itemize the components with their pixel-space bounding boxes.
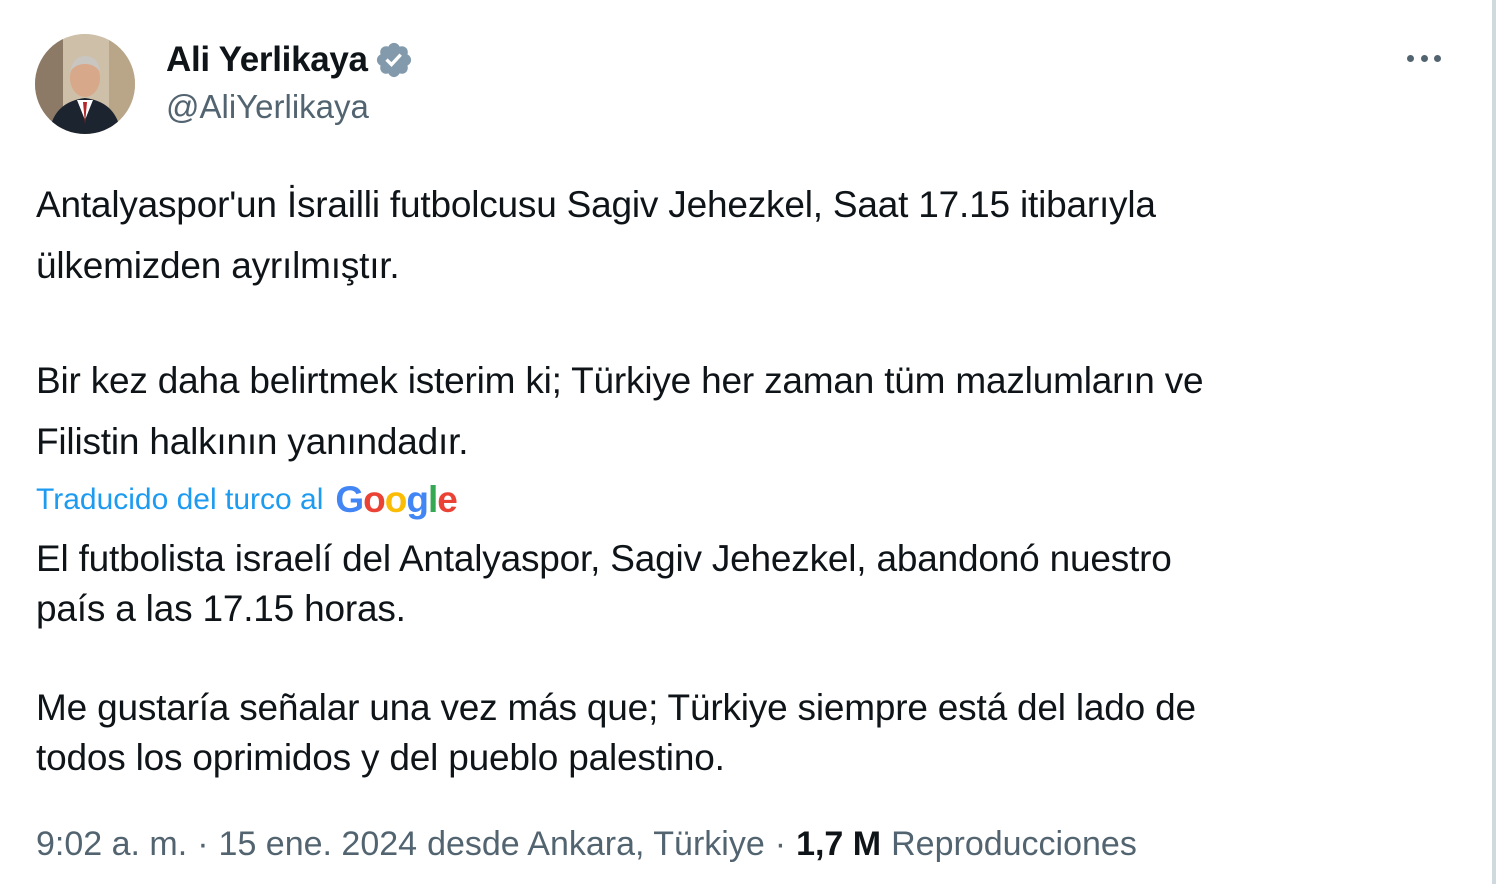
author-name-row: Ali Yerlikaya bbox=[166, 38, 414, 82]
tweet-timestamp[interactable]: 9:02 a. m. · 15 ene. 2024 bbox=[36, 825, 417, 864]
tweet-metadata: 9:02 a. m. · 15 ene. 2024 desde Ankara, Tü… bbox=[36, 825, 1137, 864]
text-line: El futbolista israelí del Antalyaspor, S… bbox=[36, 538, 1172, 579]
text-line: todos los oprimidos y del pueblo palesti… bbox=[36, 737, 725, 778]
text-line: Me gustaría señalar una vez más que; Tür… bbox=[36, 687, 1196, 728]
text-line: Bir kez daha belirtmek isterim ki; Türki… bbox=[36, 360, 1204, 401]
separator: · bbox=[197, 825, 209, 863]
tweet: Ali Yerlikaya @AliYerlikaya Antalyaspor'… bbox=[0, 0, 1496, 884]
translation-attribution: Traducido del turco al Google bbox=[36, 478, 458, 522]
text-line: Antalyaspor'un İsrailli futbolcusu Sagiv… bbox=[36, 184, 1156, 225]
tweet-original-paragraph: Bir kez daha belirtmek isterim ki; Türki… bbox=[36, 350, 1204, 472]
tweet-date: 15 ene. 2024 bbox=[218, 825, 418, 863]
avatar-image bbox=[35, 34, 135, 134]
card-border bbox=[1492, 0, 1496, 884]
text-line: ülkemizden ayrılmıştır. bbox=[36, 245, 400, 286]
google-logo: Google bbox=[335, 479, 457, 520]
more-dot bbox=[1420, 54, 1428, 62]
more-dot bbox=[1434, 54, 1441, 62]
separator: · bbox=[774, 825, 787, 863]
avatar[interactable] bbox=[35, 34, 135, 134]
text-line: país a las 17.15 horas. bbox=[36, 588, 406, 629]
tweet-original-paragraph: Antalyaspor'un İsrailli futbolcusu Sagiv… bbox=[36, 174, 1156, 296]
more-options-button[interactable] bbox=[1404, 40, 1444, 76]
translation-link[interactable]: Traducido del turco al bbox=[36, 483, 323, 517]
tweet-translated-paragraph: Me gustaría señalar una vez más que; Tür… bbox=[36, 683, 1196, 783]
verified-badge-icon[interactable] bbox=[374, 40, 414, 80]
author-display-name[interactable]: Ali Yerlikaya bbox=[166, 40, 368, 80]
tweet-time: 9:02 a. m. bbox=[36, 825, 188, 863]
views-count: 1,7 M bbox=[796, 825, 882, 863]
text-line: Filistin halkının yanındadır. bbox=[36, 421, 469, 462]
tweet-location: desde Ankara, Türkiye bbox=[427, 825, 765, 863]
tweet-translated-paragraph: El futbolista israelí del Antalyaspor, S… bbox=[36, 534, 1172, 634]
views-label: Reproducciones bbox=[891, 825, 1137, 863]
more-dot bbox=[1407, 54, 1414, 62]
author-handle[interactable]: @AliYerlikaya bbox=[166, 88, 369, 126]
